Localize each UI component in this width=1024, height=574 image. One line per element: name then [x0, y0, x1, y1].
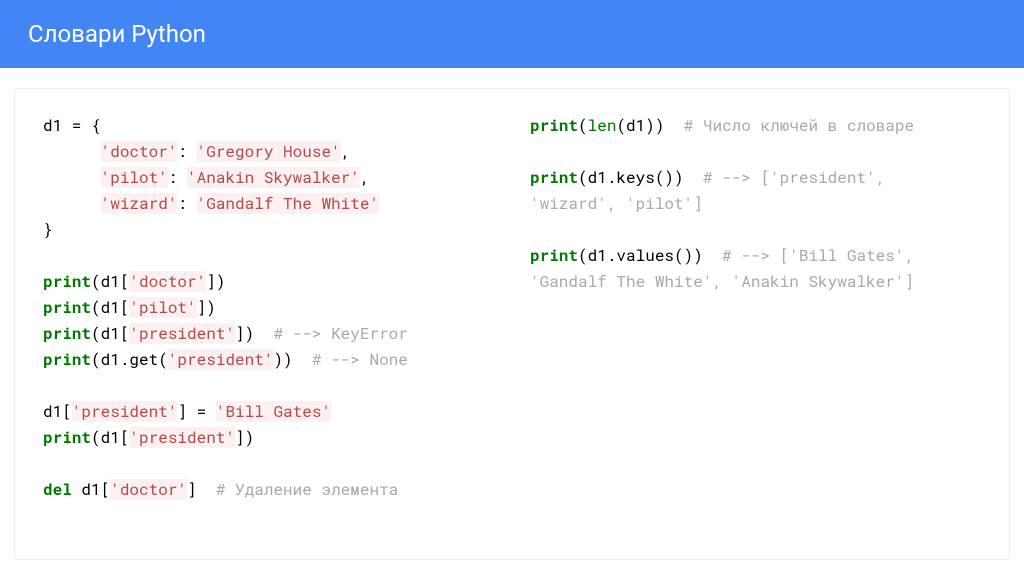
code-text: (d1[ [91, 271, 129, 292]
comment: # Удаление элемента [216, 479, 398, 500]
code-text: d1[ [43, 401, 72, 422]
string-literal: 'pilot' [101, 167, 168, 188]
code-text: } [43, 219, 53, 240]
code-text: ] [187, 479, 197, 500]
code-text: (d1)) [616, 115, 664, 136]
keyword-print: print [43, 323, 91, 344]
comment: # --> KeyError [273, 323, 407, 344]
string-literal: 'Gregory House' [197, 141, 341, 162]
spacer [197, 479, 216, 500]
keyword-del: del [43, 479, 72, 500]
code-block-right: print(len(d1)) # Число ключей в словаре … [530, 113, 981, 295]
spacer [703, 245, 722, 266]
code-text: (d1.keys()) [578, 167, 684, 188]
string-literal: 'president' [129, 427, 235, 448]
keyword-print: print [530, 167, 578, 188]
keyword-print: print [530, 245, 578, 266]
code-block-left: d1 = { 'doctor': 'Gregory House', 'pilot… [43, 113, 494, 503]
spacer [254, 323, 273, 344]
string-literal: 'president' [129, 323, 235, 344]
code-column-right: print(len(d1)) # Число ключей в словаре … [530, 113, 981, 503]
string-literal: 'wizard' [101, 193, 178, 214]
string-literal: 'pilot' [129, 297, 196, 318]
string-literal: 'doctor' [110, 479, 187, 500]
indent [43, 167, 101, 188]
code-text: )) [273, 349, 292, 370]
code-text: ]) [235, 427, 254, 448]
spacer [664, 115, 683, 136]
string-literal: 'Anakin Skywalker' [187, 167, 360, 188]
string-literal: 'president' [72, 401, 178, 422]
code-text: d1[ [72, 479, 110, 500]
keyword-print: print [530, 115, 578, 136]
string-literal: 'president' [168, 349, 274, 370]
string-literal: 'Gandalf The White' [197, 193, 379, 214]
comment: # Число ключей в словаре [684, 115, 914, 136]
code-text: (d1[ [91, 297, 129, 318]
string-literal: 'doctor' [129, 271, 206, 292]
keyword-print: print [43, 427, 91, 448]
spacer [684, 167, 703, 188]
code-text: : [177, 141, 196, 162]
code-text: ]) [197, 297, 216, 318]
code-text: d1 = { [43, 115, 101, 136]
keyword-print: print [43, 297, 91, 318]
code-text: ]) [206, 271, 225, 292]
code-text: (d1[ [91, 427, 129, 448]
code-text: (d1[ [91, 323, 129, 344]
code-text: , [341, 141, 351, 162]
code-text: ( [578, 115, 588, 136]
code-text: : [177, 193, 196, 214]
spacer [293, 349, 312, 370]
builtin-len: len [588, 115, 617, 136]
code-text: , [360, 167, 370, 188]
indent [43, 141, 101, 162]
string-literal: 'Bill Gates' [216, 401, 331, 422]
code-column-left: d1 = { 'doctor': 'Gregory House', 'pilot… [43, 113, 494, 503]
code-text: ]) [235, 323, 254, 344]
code-text: (d1.values()) [578, 245, 703, 266]
keyword-print: print [43, 349, 91, 370]
code-text: ] = [177, 401, 215, 422]
code-text: (d1.get( [91, 349, 168, 370]
string-literal: 'doctor' [101, 141, 178, 162]
slide-header: Словари Python [0, 0, 1024, 68]
indent [43, 193, 101, 214]
slide-body: d1 = { 'doctor': 'Gregory House', 'pilot… [14, 88, 1010, 560]
comment: # --> None [312, 349, 408, 370]
keyword-print: print [43, 271, 91, 292]
code-text: : [168, 167, 187, 188]
slide-title: Словари Python [28, 20, 206, 48]
